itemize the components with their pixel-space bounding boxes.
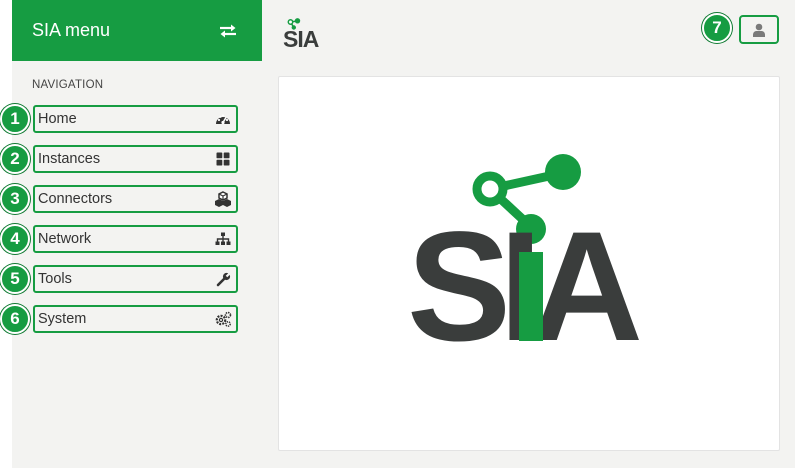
user-menu-button[interactable] <box>739 15 779 44</box>
sia-logo-large: SIA <box>407 154 651 374</box>
logo-card: SIA <box>278 76 780 451</box>
annotation-badge-3: 3 <box>0 184 30 214</box>
sidebar-header: SIA menu <box>12 0 262 61</box>
sidebar-item-tools[interactable]: Tools <box>33 265 238 293</box>
cubes-icon <box>214 190 232 208</box>
sia-logo-small: SIA <box>283 18 320 52</box>
sidebar-item-network[interactable]: Network <box>33 225 238 253</box>
annotation-badge-4: 4 <box>0 224 30 254</box>
sidebar-item-instances[interactable]: Instances <box>33 145 238 173</box>
gears-icon <box>214 310 232 328</box>
sidebar-item-label: Tools <box>38 271 72 287</box>
grid-icon <box>214 150 232 168</box>
wrench-icon <box>214 270 232 288</box>
sidebar-item-connectors[interactable]: Connectors <box>33 185 238 213</box>
nav-heading: NAVIGATION <box>32 79 104 91</box>
sidebar-title: SIA menu <box>32 20 111 40</box>
main-content: SIA <box>262 61 795 468</box>
annotation-badge-7: 7 <box>702 13 732 43</box>
annotation-badge-2: 2 <box>0 144 30 174</box>
user-icon <box>752 23 766 37</box>
sidebar-item-label: Network <box>38 231 92 247</box>
swap-arrows-icon[interactable] <box>216 19 240 43</box>
sidebar-item-system[interactable]: System <box>33 305 238 333</box>
dashboard-gauge-icon <box>214 110 232 128</box>
sidebar-item-label: Connectors <box>38 191 113 207</box>
svg-text:SIA: SIA <box>283 26 319 50</box>
sidebar-item-home[interactable]: Home <box>33 105 238 133</box>
sidebar: SIA menu NAVIGATION Home Instances Conne… <box>12 0 262 468</box>
sidebar-item-label: Instances <box>38 151 101 167</box>
sidebar-item-label: Home <box>38 111 77 127</box>
sitemap-icon <box>214 230 232 248</box>
sidebar-item-label: System <box>38 311 87 327</box>
annotation-badge-1: 1 <box>0 104 30 134</box>
annotation-badge-6: 6 <box>0 304 30 334</box>
header-logo[interactable]: SIA <box>281 12 329 52</box>
annotation-badge-5: 5 <box>0 264 30 294</box>
